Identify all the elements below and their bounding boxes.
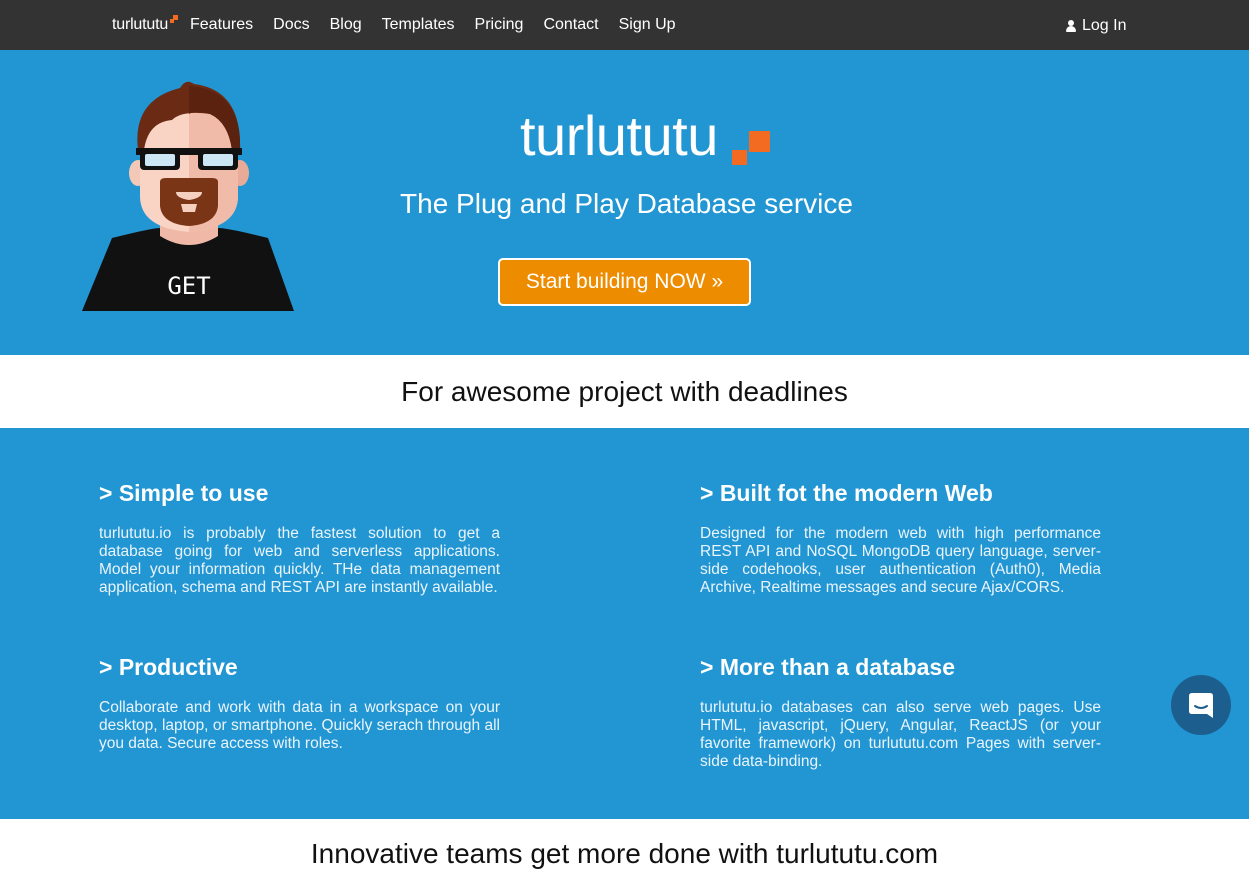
hero-logo-text: turlututu — [520, 104, 718, 167]
feature-body: Collaborate and work with data in a work… — [99, 699, 500, 752]
feature-productive: > Productive Collaborate and work with d… — [99, 653, 500, 753]
feature-title: > Simple to use — [99, 480, 269, 506]
nav-links: Features Docs Blog Templates Pricing Con… — [190, 16, 696, 34]
start-building-button[interactable]: Start building NOW » — [498, 258, 751, 306]
feature-body: turlututu.io databases can also serve we… — [700, 699, 1101, 770]
feature-more-than-database: > More than a database turlututu.io data… — [700, 653, 1101, 771]
nav-link-pricing[interactable]: Pricing — [475, 16, 524, 34]
nav-link-features[interactable]: Features — [190, 16, 253, 34]
mascot-shirt-text: GET — [167, 272, 210, 300]
nav-link-templates[interactable]: Templates — [382, 16, 455, 34]
nav-link-signup[interactable]: Sign Up — [619, 16, 676, 34]
nav-link-docs[interactable]: Docs — [273, 16, 309, 34]
brand-link[interactable]: turlututu — [112, 15, 178, 34]
features-section: > Simple to use turlututu.io is probably… — [0, 428, 1249, 819]
hero-logo-mark-icon — [730, 128, 772, 168]
hero-section: GET turlututu The Plug and Play Database… — [0, 50, 1249, 355]
brand-name: turlututu — [112, 16, 169, 33]
hero-tagline: The Plug and Play Database service — [400, 188, 853, 219]
nav-link-contact[interactable]: Contact — [543, 16, 598, 34]
feature-body: turlututu.io is probably the fastest sol… — [99, 525, 500, 596]
feature-body: Designed for the modern web with high pe… — [700, 525, 1101, 596]
nav-link-blog[interactable]: Blog — [330, 16, 362, 34]
top-navbar: turlututu Features Docs Blog Templates P… — [0, 0, 1249, 50]
login-link[interactable]: Log In — [1066, 17, 1126, 35]
chat-bubble-icon — [1189, 693, 1213, 718]
chat-widget-button[interactable] — [1171, 675, 1231, 735]
deadline-band: For awesome project with deadlines — [0, 355, 1249, 428]
feature-title: > Built fot the modern Web — [700, 480, 993, 506]
user-icon — [1066, 20, 1076, 32]
feature-modern-web: > Built fot the modern Web Designed for … — [700, 479, 1101, 597]
teams-heading: Innovative teams get more done with turl… — [310, 838, 939, 869]
feature-title: > Productive — [99, 654, 238, 680]
brand-logo-mark-icon — [170, 15, 178, 23]
login-label: Log In — [1082, 17, 1127, 34]
feature-title: > More than a database — [700, 654, 955, 680]
feature-simple-to-use: > Simple to use turlututu.io is probably… — [99, 479, 500, 597]
